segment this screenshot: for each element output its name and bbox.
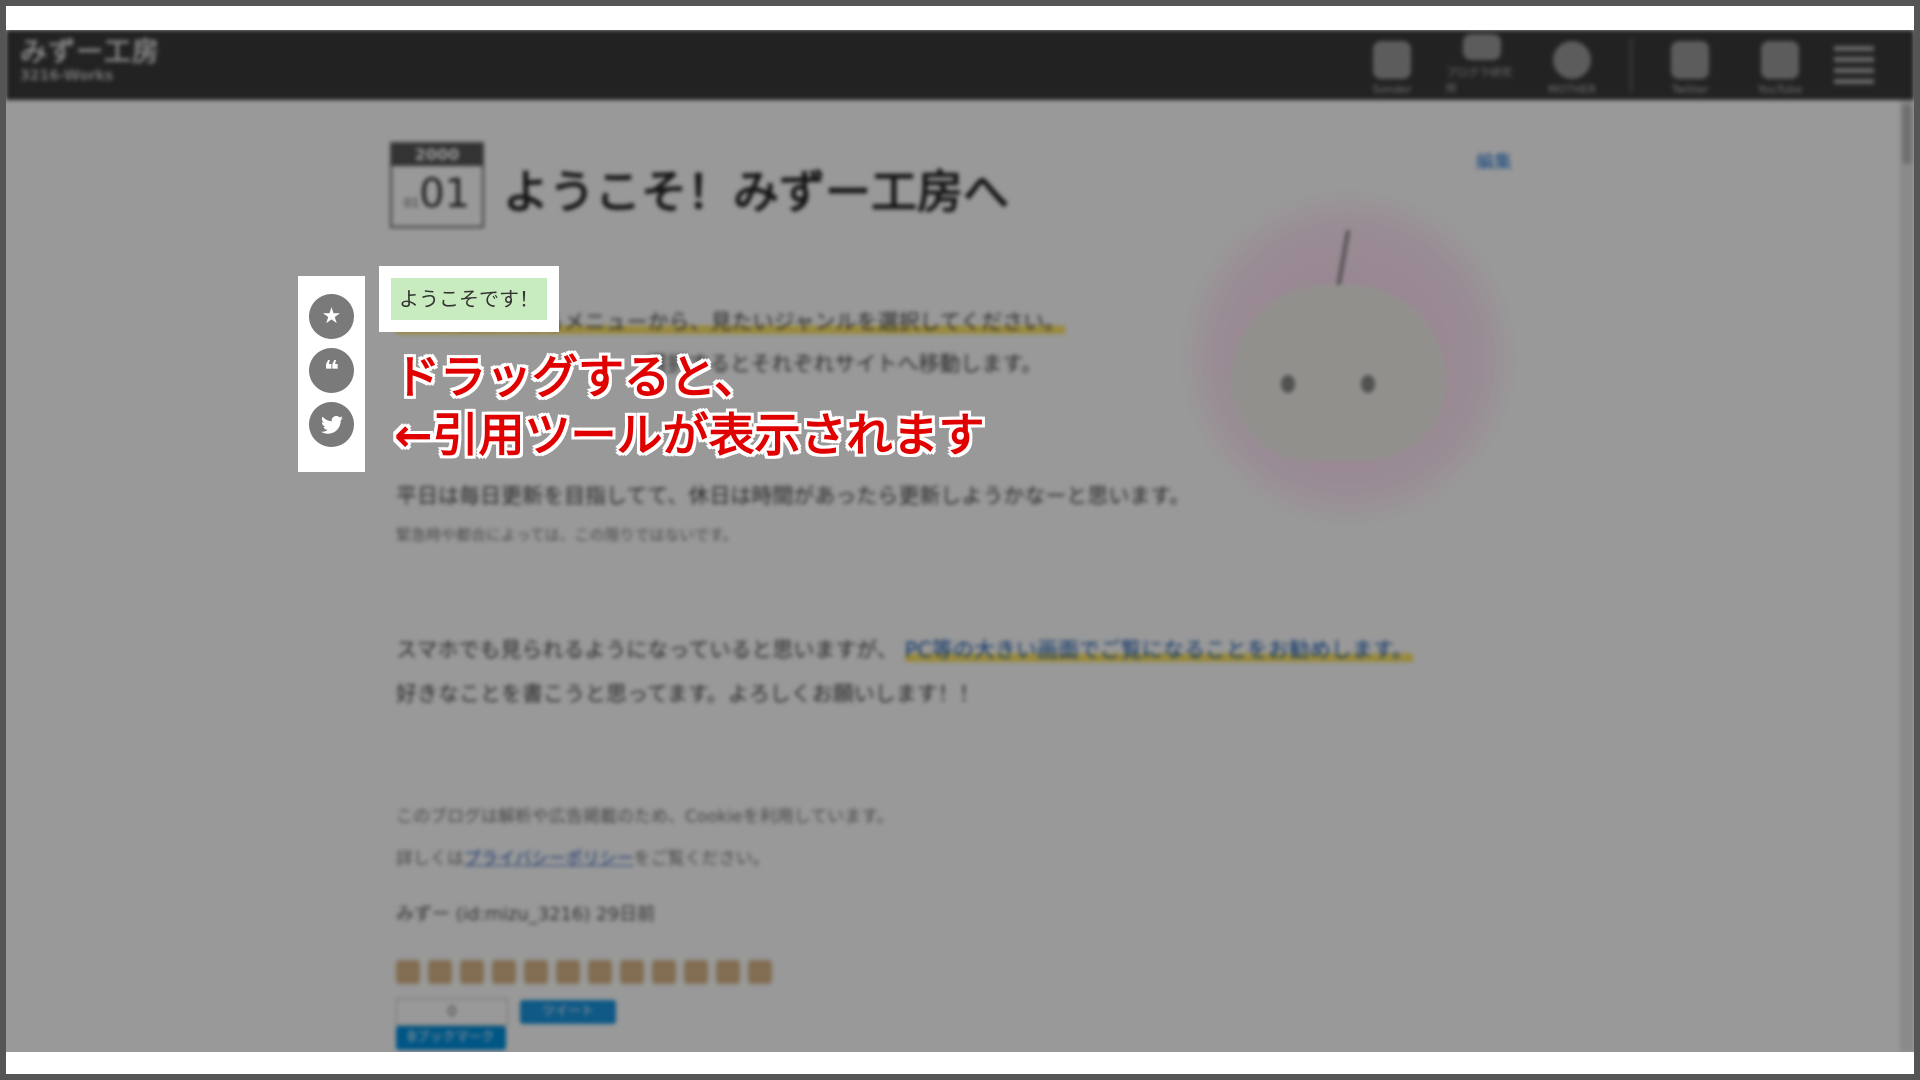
dim-overlay <box>6 30 1914 1052</box>
screenshot-frame: みずー工房 3216-Works Sonder プログラ研究所 MOTHER T… <box>6 6 1914 1074</box>
quote-button[interactable]: ❝ <box>309 348 354 393</box>
tweet-share-button[interactable] <box>309 402 354 447</box>
annotation-line-1: ドラッグすると、 <box>394 350 761 404</box>
star-button[interactable]: ★ <box>309 294 354 339</box>
annotation-text: ドラッグすると、 ←引用ツールが表示されます <box>394 348 985 464</box>
quote-toolbar: ★ ❝ <box>298 276 365 472</box>
browser-viewport: みずー工房 3216-Works Sonder プログラ研究所 MOTHER T… <box>6 30 1914 1052</box>
selected-text-highlight: ようこそです！ <box>379 266 559 332</box>
star-icon: ★ <box>321 304 342 329</box>
annotation-line-2: ←引用ツールが表示されます <box>394 408 985 462</box>
selected-text[interactable]: ようこそです！ <box>391 278 547 320</box>
twitter-icon <box>320 415 343 434</box>
quote-icon: ❝ <box>323 355 340 386</box>
